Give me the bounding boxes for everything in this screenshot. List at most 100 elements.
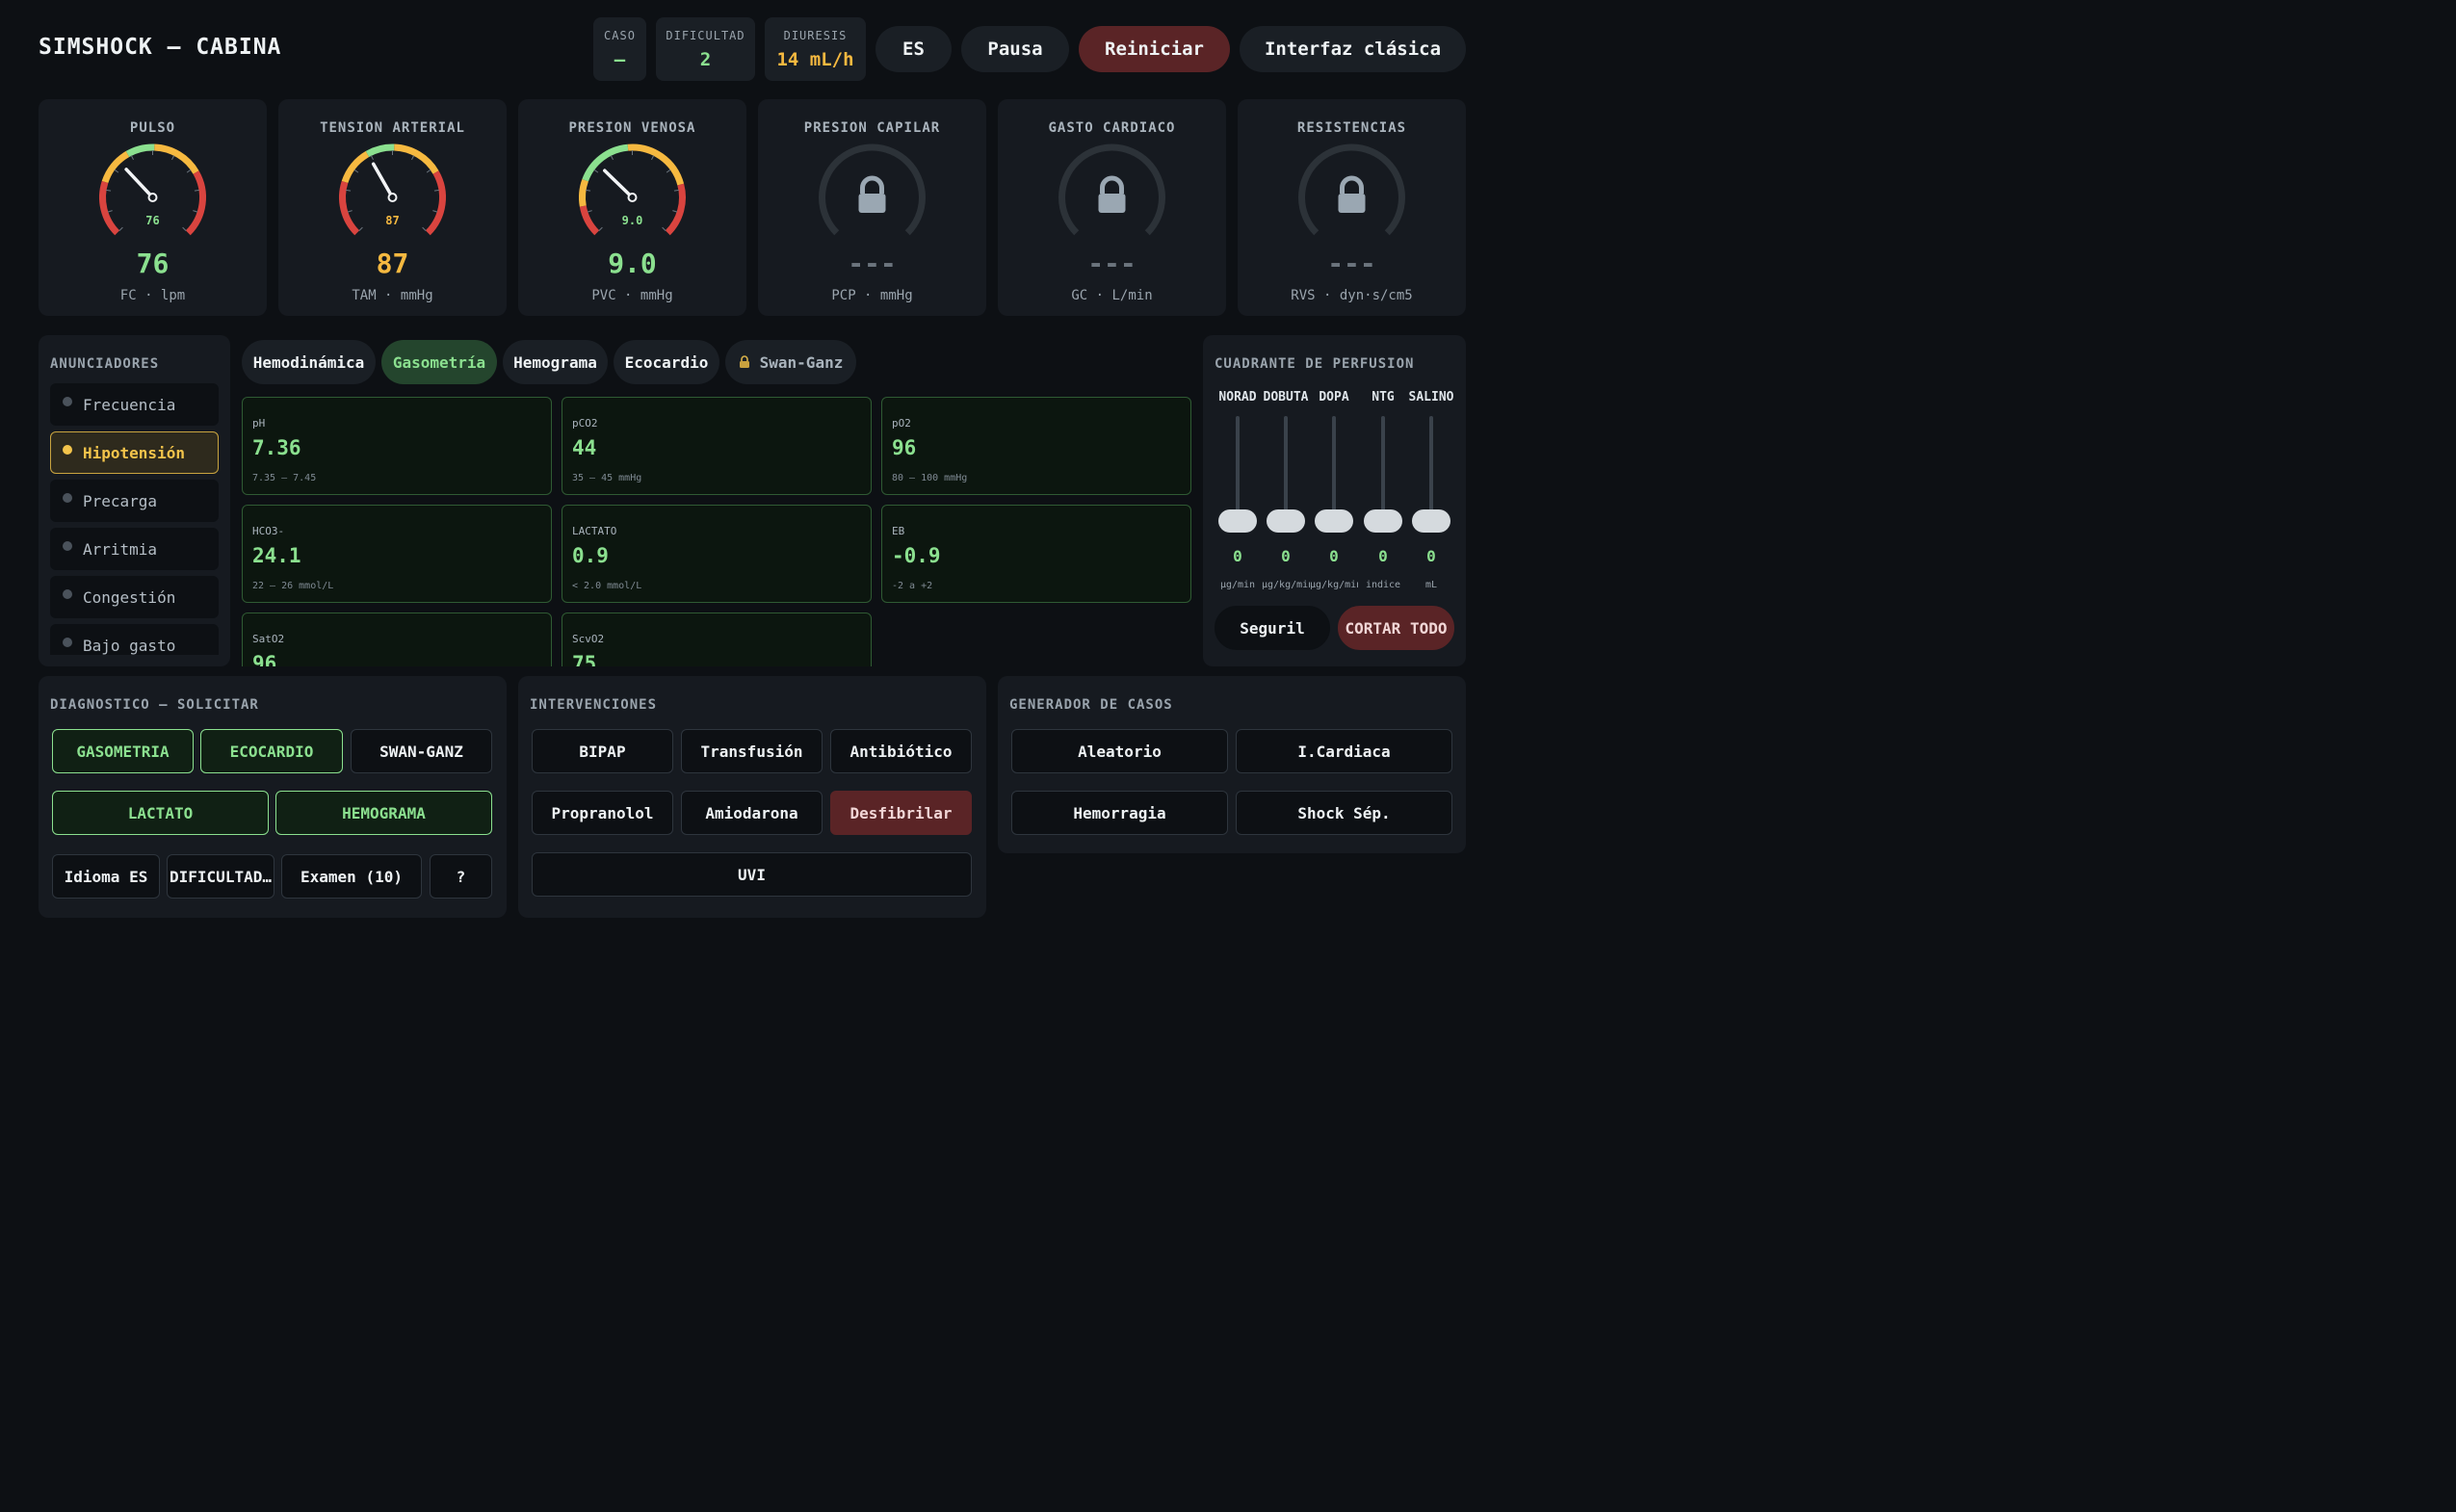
icu-button[interactable]: UVI	[532, 852, 972, 897]
gauge-tick	[662, 226, 666, 232]
slider-handle[interactable]	[1364, 509, 1402, 533]
difficulty-button[interactable]: DIFICULTAD…	[167, 854, 274, 899]
bipap-button[interactable]: BIPAP	[532, 729, 673, 773]
drug-value: 0	[1426, 547, 1436, 565]
seguril-button[interactable]: Seguril	[1215, 606, 1330, 650]
gauge-tick	[673, 189, 679, 192]
case-septic-shock-button[interactable]: Shock Sép.	[1236, 791, 1452, 835]
interventions-title: INTERVENCIONES	[530, 697, 658, 713]
stat-case: CASO —	[593, 17, 646, 81]
defibrillate-button[interactable]: Desfibrilar	[830, 791, 972, 835]
drug-name: NORAD	[1218, 390, 1257, 404]
request-hemograma-button[interactable]: HEMOGRAMA	[275, 791, 492, 835]
request-gasometria-button[interactable]: GASOMETRIA	[52, 729, 194, 773]
drug-name: NTG	[1372, 390, 1395, 404]
tab-label: Hemograma	[513, 352, 597, 372]
gauge-needle	[124, 168, 155, 199]
lab-name: EB	[892, 525, 905, 537]
restart-button[interactable]: Reiniciar	[1079, 26, 1230, 72]
gauge-arc-segment	[154, 143, 199, 174]
gauge-tick	[106, 189, 112, 192]
lab-result-card: pH 7.36 7.35 — 7.45	[242, 397, 552, 495]
drug-name: DOPA	[1319, 390, 1349, 404]
gauge-tick	[586, 189, 591, 192]
propranolol-button[interactable]: Propranolol	[532, 791, 673, 835]
request-ecocardio-button[interactable]: ECOCARDIO	[200, 729, 343, 773]
drug-unit: µg/kg/min	[1262, 580, 1310, 590]
gauge-dial: 87	[339, 143, 446, 236]
drug-slider-dopa: DOPA 0 µg/kg/min	[1310, 390, 1358, 590]
cut-all-button[interactable]: CORTAR TODO	[1338, 606, 1454, 650]
gauge-unit: TAM · mmHg	[352, 288, 433, 303]
lab-value: 0.9	[572, 544, 609, 567]
amiodarone-button[interactable]: Amiodarona	[681, 791, 823, 835]
gauge-tick	[118, 226, 123, 232]
classic-interface-button[interactable]: Interfaz clásica	[1240, 26, 1466, 72]
gauge-arc-segment	[1298, 143, 1405, 236]
gauge-title: TENSION ARTERIAL	[320, 120, 465, 136]
slider-handle[interactable]	[1315, 509, 1353, 533]
annunciator-label: Arritmia	[83, 539, 158, 559]
request-lactato-button[interactable]: LACTATO	[52, 791, 269, 835]
lab-name: SatO2	[252, 633, 285, 645]
pause-button[interactable]: Pausa	[961, 26, 1069, 72]
gauge-arc-segment	[99, 180, 120, 236]
gauge-card-6: RESISTENCIAS --- RVS · dyn·s/cm5	[1238, 99, 1466, 316]
gauge-arc-segment	[341, 150, 370, 184]
drug-slider-salino: SALINO 0 mL	[1407, 390, 1455, 590]
gauge-value: 76	[136, 248, 170, 279]
slider-handle[interactable]	[1218, 509, 1257, 533]
slider-handle[interactable]	[1267, 509, 1305, 533]
tab-gasometria[interactable]: Gasometría	[381, 340, 497, 384]
exam-button[interactable]: Examen (10)	[281, 854, 422, 899]
status-dot-icon	[63, 638, 72, 647]
language-button[interactable]: ES	[875, 26, 952, 72]
gauge-arc-segment	[185, 170, 206, 236]
slider-handle[interactable]	[1412, 509, 1450, 533]
gauge-arc-segment	[819, 143, 926, 236]
tab-hemodinamica[interactable]: Hemodinámica	[242, 340, 376, 384]
annunciator-item: Bajo gasto	[50, 624, 219, 655]
gauge-arc-segment	[394, 143, 439, 174]
gauge-card-1: PULSO 76 76 FC · lpm	[39, 99, 267, 316]
antibiotic-button[interactable]: Antibiótico	[830, 729, 972, 773]
lab-result-card: EB -0.9 -2 a +2	[881, 505, 1191, 603]
language-es-button[interactable]: Idioma ES	[52, 854, 160, 899]
gauge-unit: PCP · mmHg	[831, 288, 913, 303]
status-dot-icon	[63, 445, 72, 455]
case-heart-failure-button[interactable]: I.Cardiaca	[1236, 729, 1452, 773]
gauge-arc-segment	[665, 183, 686, 236]
annunciator-item: Arritmia	[50, 528, 219, 570]
tab-swan-ganz[interactable]: Swan-Ganz	[725, 340, 856, 384]
gauge-dial: 76	[99, 143, 206, 236]
tab-label: Ecocardio	[624, 352, 709, 372]
tab-ecocardio[interactable]: Ecocardio	[614, 340, 719, 384]
gauge-card-5: GASTO CARDIACO --- GC · L/min	[998, 99, 1226, 316]
lab-range: < 2.0 mmol/L	[572, 581, 642, 591]
gauge-arc-segment	[101, 150, 130, 184]
gauge-tick	[358, 226, 363, 232]
stat-diuresis-value: 14 mL/h	[776, 48, 854, 70]
gauge-needle	[603, 169, 635, 199]
drug-unit: indice	[1365, 580, 1401, 590]
gauge-tick	[432, 210, 438, 213]
lab-name: HCO3-	[252, 525, 285, 537]
tab-hemograma[interactable]: Hemograma	[503, 340, 608, 384]
gauge-tick	[651, 155, 655, 161]
request-swan-ganz-button[interactable]: SWAN-GANZ	[351, 729, 492, 773]
gauge-tick	[130, 155, 134, 161]
gauge-tick	[598, 226, 603, 232]
case-random-button[interactable]: Aleatorio	[1011, 729, 1228, 773]
gauge-unit: RVS · dyn·s/cm5	[1291, 288, 1413, 303]
help-button[interactable]: ?	[430, 854, 492, 899]
lab-value: 96	[252, 652, 277, 666]
gauge-arc-segment	[339, 180, 360, 236]
annunciator-label: Hipotensión	[83, 443, 185, 462]
lock-icon	[858, 175, 886, 213]
lab-result-card: pCO2 44 35 — 45 mmHg	[562, 397, 872, 495]
drug-value: 0	[1329, 547, 1339, 565]
transfusion-button[interactable]: Transfusión	[681, 729, 823, 773]
case-hemorrhage-button[interactable]: Hemorragia	[1011, 791, 1228, 835]
tab-label: Hemodinámica	[252, 352, 365, 372]
drug-slider-norad: NORAD 0 µg/min	[1214, 390, 1262, 590]
